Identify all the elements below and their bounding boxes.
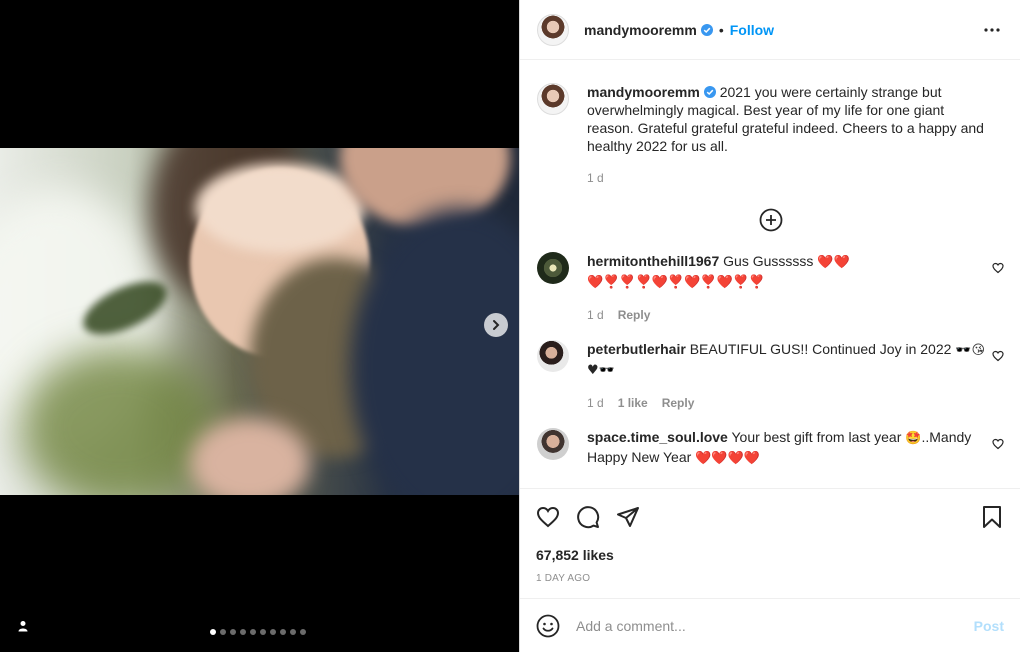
caption-time[interactable]: 1 d xyxy=(587,171,604,185)
reply-button[interactable]: Reply xyxy=(662,396,695,410)
like-heart-icon[interactable] xyxy=(536,505,560,529)
author-username[interactable]: mandymooremm xyxy=(584,22,697,38)
likes-count[interactable]: 67,852 likes xyxy=(536,547,1004,563)
comment-emoji: 🤩 xyxy=(905,431,922,446)
comment-emoji: ❤️❤️❤️❤️ xyxy=(695,451,760,466)
chevron-right-icon xyxy=(493,320,500,330)
comments-section[interactable]: mandymooremm 2021 you were certainly str… xyxy=(520,61,1020,488)
load-more-comments-button[interactable] xyxy=(759,208,783,232)
emoji-icon[interactable] xyxy=(536,614,560,638)
carousel-dot xyxy=(300,629,306,635)
tagged-users-button[interactable] xyxy=(14,617,32,635)
comment-text: BEAUTIFUL GUS!! Continued Joy in 2022 xyxy=(689,341,956,357)
avatar[interactable] xyxy=(537,83,569,115)
caption-username[interactable]: mandymooremm xyxy=(587,84,700,100)
comment-time[interactable]: 1 d xyxy=(587,396,604,410)
comment-item: hermitonthehill1967 Gus Gussssss ❤️❤️ ❤️… xyxy=(537,252,1004,322)
more-icon xyxy=(984,27,1000,32)
post-header: mandymooremm • Follow xyxy=(520,0,1020,60)
comment-item: peterbutlerhair BEAUTIFUL GUS!! Continue… xyxy=(537,340,1004,410)
carousel-dot xyxy=(260,629,266,635)
comment-emoji: 🕶️😘 xyxy=(955,343,986,358)
comment-text: Gus Gussssss xyxy=(723,253,818,269)
comment-username[interactable]: peterbutlerhair xyxy=(587,341,686,357)
reply-button[interactable]: Reply xyxy=(618,308,651,322)
comment-emoji: ❤️❤️ xyxy=(817,255,850,270)
next-image-button[interactable] xyxy=(484,313,508,337)
comment-emoji: ❤️❣️❣️❣️❤️❣️❤️❣️❤️❣️❣️ xyxy=(587,275,766,290)
verified-badge-icon xyxy=(700,23,713,36)
avatar[interactable] xyxy=(537,13,569,46)
post-timestamp[interactable]: 1 DAY AGO xyxy=(536,573,1004,584)
save-bookmark-icon[interactable] xyxy=(980,505,1004,529)
avatar[interactable] xyxy=(537,428,569,460)
post-panel: mandymooremm • Follow mandymooremm 2021 … xyxy=(519,0,1020,652)
comment-emoji: ♥🕶️ xyxy=(587,363,615,378)
carousel-dot xyxy=(290,629,296,635)
carousel-dot xyxy=(230,629,236,635)
carousel-dot xyxy=(270,629,276,635)
plus-circle-icon xyxy=(759,208,782,232)
comment-item: space.time_soul.love Your best gift from… xyxy=(537,428,1004,468)
like-comment-heart-icon[interactable] xyxy=(992,262,1004,274)
more-options-button[interactable] xyxy=(980,18,1004,42)
carousel-dot xyxy=(210,629,216,635)
comment-text: Your best gift from last year xyxy=(731,429,906,445)
verified-badge-icon xyxy=(703,86,716,98)
post-actions: 67,852 likes 1 DAY AGO xyxy=(520,488,1020,598)
comment-time[interactable]: 1 d xyxy=(587,308,604,322)
caption: mandymooremm 2021 you were certainly str… xyxy=(537,83,1004,185)
add-comment-bar: Post xyxy=(520,598,1020,652)
comment-likes[interactable]: 1 like xyxy=(618,396,648,410)
avatar[interactable] xyxy=(537,340,569,372)
comment-input[interactable] xyxy=(576,617,974,634)
comment-username[interactable]: space.time_soul.love xyxy=(587,429,728,445)
post-photo[interactable] xyxy=(0,148,519,495)
separator-dot: • xyxy=(718,21,724,38)
carousel-dot xyxy=(240,629,246,635)
carousel-dot xyxy=(250,629,256,635)
follow-button[interactable]: Follow xyxy=(730,22,774,38)
comment-bubble-icon[interactable] xyxy=(576,505,600,529)
comment-username[interactable]: hermitonthehill1967 xyxy=(587,253,719,269)
like-comment-heart-icon[interactable] xyxy=(992,438,1004,450)
avatar[interactable] xyxy=(537,252,569,284)
share-paper-plane-icon[interactable] xyxy=(616,505,640,529)
user-icon xyxy=(18,621,28,632)
carousel-indicator xyxy=(210,629,306,635)
post-comment-button[interactable]: Post xyxy=(974,618,1004,634)
like-comment-heart-icon[interactable] xyxy=(992,350,1004,362)
carousel-dot xyxy=(280,629,286,635)
carousel-dot xyxy=(220,629,226,635)
post-media xyxy=(0,0,519,652)
